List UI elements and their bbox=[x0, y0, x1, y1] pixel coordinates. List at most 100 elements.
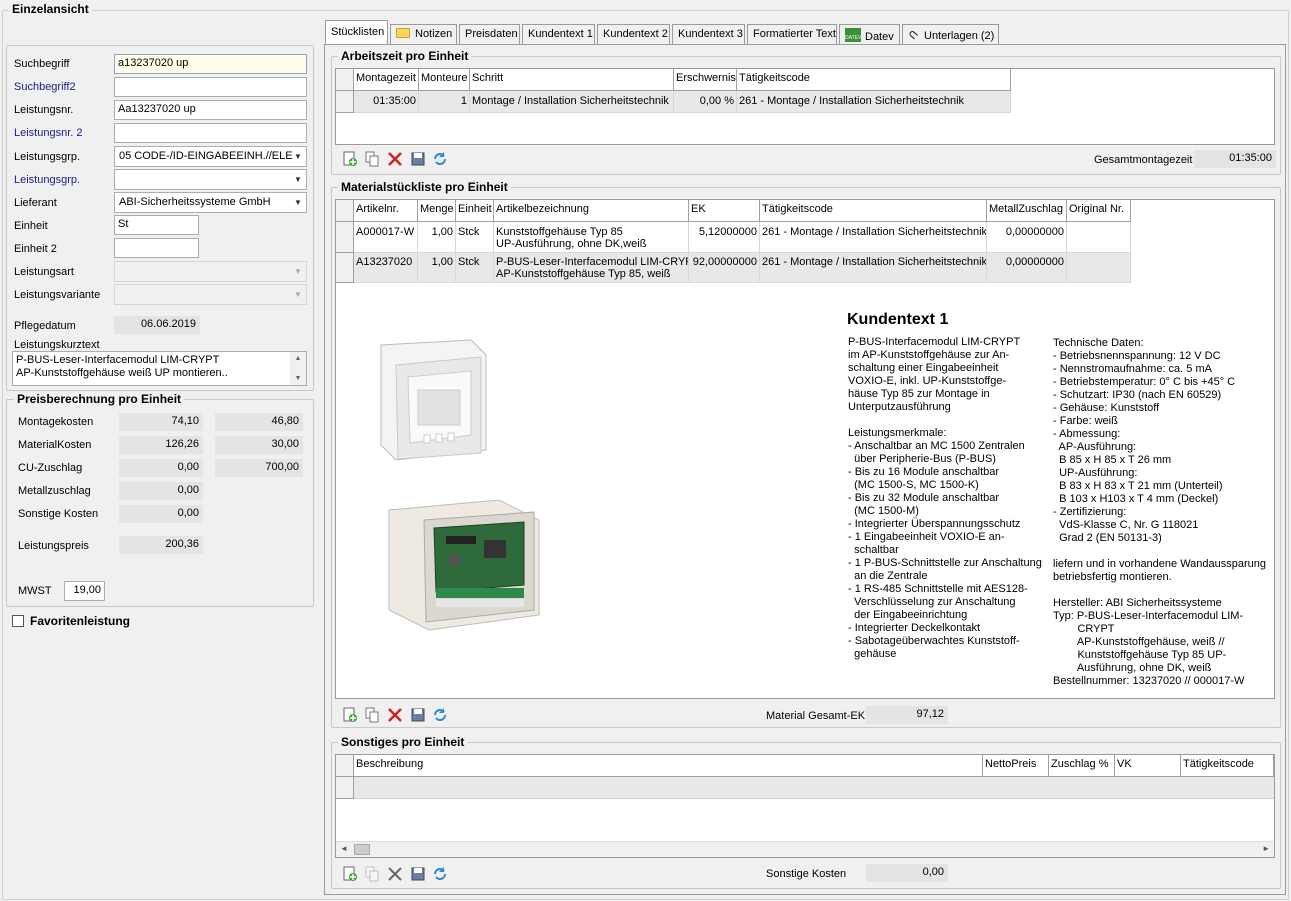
kurztext-scrollbar[interactable]: ▲ ▼ bbox=[290, 352, 306, 385]
save-icon[interactable] bbox=[410, 866, 426, 882]
row-header bbox=[336, 222, 354, 253]
add-row-icon[interactable] bbox=[342, 707, 358, 723]
save-icon[interactable] bbox=[410, 151, 426, 167]
chevron-down-icon: ▼ bbox=[294, 198, 302, 207]
sonstiges-grid[interactable]: Beschreibung NettoPreis Zuschlag % VK Tä… bbox=[335, 754, 1275, 858]
leistungsart-label: Leistungsart bbox=[14, 266, 74, 278]
metall-label: Metallzuschlag bbox=[18, 485, 91, 497]
leistungsvariante-select[interactable]: ▼ bbox=[114, 284, 307, 305]
col-header-taetigkeitscode[interactable]: Tätigkeitscode bbox=[737, 69, 1011, 91]
refresh-icon[interactable] bbox=[432, 151, 448, 167]
suchbegriff2-input[interactable] bbox=[114, 77, 307, 97]
cell-taetigkeitscode: 261 - Montage / Installation Sicherheits… bbox=[737, 91, 1011, 113]
sonstige-kosten-label: Sonstige Kosten bbox=[766, 868, 847, 880]
delete-icon[interactable] bbox=[387, 866, 403, 882]
einheit2-label: Einheit 2 bbox=[14, 243, 57, 255]
table-row[interactable]: 01:35:00 1 Montage / Installation Sicher… bbox=[354, 91, 1011, 113]
cell-einheit: Stck bbox=[456, 253, 494, 283]
save-icon[interactable] bbox=[410, 707, 426, 723]
suchbegriff-input[interactable]: a13237020 up bbox=[114, 54, 307, 74]
tab-kundentext1[interactable]: Kundentext 1 bbox=[522, 24, 595, 44]
preis-title: Preisberechnung pro Einheit bbox=[14, 392, 185, 406]
leistungsnr-input[interactable]: Aa13237020 up bbox=[114, 100, 307, 120]
col-header-montagezeit[interactable]: Montagezeit bbox=[354, 69, 419, 91]
refresh-icon[interactable] bbox=[432, 866, 448, 882]
tab-kundentext3-label: Kundentext 3 bbox=[678, 28, 743, 40]
delete-icon[interactable] bbox=[387, 151, 403, 167]
col-header-artikelbezeichnung[interactable]: Artikelbezeichnung bbox=[494, 200, 689, 222]
einheit2-input[interactable] bbox=[114, 238, 199, 258]
tab-kundentext2[interactable]: Kundentext 2 bbox=[597, 24, 670, 44]
lieferant-select[interactable]: ABI-Sicherheitssysteme GmbH ▼ bbox=[114, 192, 307, 213]
col-header-erschwernis[interactable]: Erschwernis bbox=[674, 69, 737, 91]
kundentext-line: liefern und in vorhandene Wandaussparung bbox=[1053, 558, 1267, 570]
scroll-left-icon: ◄ bbox=[340, 844, 348, 853]
einheit-input[interactable]: St bbox=[114, 215, 199, 235]
leistungsart-select[interactable]: ▼ bbox=[114, 261, 307, 282]
kundentext-line: betriebsfertig montieren. bbox=[1053, 571, 1172, 583]
copy-icon[interactable] bbox=[364, 707, 380, 723]
leistungsgrp2-select[interactable]: ▼ bbox=[114, 169, 307, 190]
table-row[interactable]: A13237020 1,00 Stck P-BUS-Leser-Interfac… bbox=[354, 253, 1131, 283]
bez-line2: UP-Ausführung, ohne DK,weiß bbox=[496, 238, 647, 250]
col-header-taetigkeitscode[interactable]: Tätigkeitscode bbox=[1181, 755, 1274, 777]
col-header-ek[interactable]: EK bbox=[689, 200, 760, 222]
arbeitszeit-title: Arbeitszeit pro Einheit bbox=[338, 49, 472, 63]
col-header-einheit[interactable]: Einheit bbox=[456, 200, 494, 222]
kundentext-line: - Gehäuse: Kunststoff bbox=[1053, 402, 1160, 414]
leistungsgrp-select[interactable]: 05 CODE-/ID-EINGABEEINH.//ELE ▼ bbox=[114, 146, 307, 167]
material-grid[interactable]: Artikelnr. Menge Einheit Artikelbezeichn… bbox=[335, 199, 1275, 699]
favoriten-label: Favoritenleistung bbox=[30, 614, 131, 628]
gesamtmontagezeit-value: 01:35:00 bbox=[1194, 150, 1276, 168]
tab-stuecklisten[interactable]: Stücklisten bbox=[325, 20, 388, 45]
col-header-vk[interactable]: VK bbox=[1115, 755, 1181, 777]
kurztext-textarea[interactable]: P-BUS-Leser-Interfacemodul LIM-CRYPT AP-… bbox=[12, 351, 307, 386]
col-header-zuschlag[interactable]: Zuschlag % bbox=[1049, 755, 1115, 777]
cell-montagezeit: 01:35:00 bbox=[354, 91, 419, 113]
scrollbar-thumb[interactable] bbox=[354, 844, 370, 855]
col-header-nettopreis[interactable]: NettoPreis bbox=[983, 755, 1049, 777]
kundentext-line: gehäuse bbox=[848, 648, 897, 660]
arbeitszeit-grid[interactable]: Montagezeit Monteure Schritt Erschwernis… bbox=[335, 68, 1275, 145]
horizontal-scrollbar[interactable]: ◄ ► bbox=[336, 841, 1274, 857]
col-header-metallzuschlag[interactable]: MetallZuschlag bbox=[987, 200, 1067, 222]
cell-metallzuschlag: 0,00000000 bbox=[987, 222, 1067, 253]
tab-unterlagen[interactable]: ⊂ Unterlagen (2) bbox=[902, 24, 999, 44]
add-row-icon[interactable] bbox=[342, 866, 358, 882]
col-header-menge[interactable]: Menge bbox=[418, 200, 456, 222]
tab-preisdaten-label: Preisdaten bbox=[465, 28, 518, 40]
kundentext-line: AP-Ausführung: bbox=[1053, 441, 1137, 453]
col-header-beschreibung[interactable]: Beschreibung bbox=[354, 755, 983, 777]
delete-icon[interactable] bbox=[387, 707, 403, 723]
kurztext-label: Leistungskurztext bbox=[14, 339, 100, 351]
copy-icon[interactable] bbox=[364, 151, 380, 167]
kundentext-line: - 1 RS-485 Schnittstelle mit AES128- bbox=[848, 583, 1028, 595]
einzelansicht-title: Einzelansicht bbox=[9, 2, 92, 16]
mwst-input[interactable]: 19,00 bbox=[64, 581, 105, 601]
col-header-taetigkeitscode[interactable]: Tätigkeitscode bbox=[760, 200, 987, 222]
col-header-artikelnr[interactable]: Artikelnr. bbox=[354, 200, 418, 222]
tab-notizen[interactable]: Notizen bbox=[390, 24, 457, 44]
scroll-right-icon: ► bbox=[1262, 844, 1270, 853]
tab-formatierter-text[interactable]: Formatierter Text bbox=[747, 24, 837, 44]
bez-line1: P-BUS-Leser-Interfacemodul LIM-CRYPT bbox=[496, 256, 689, 268]
col-header-schritt[interactable]: Schritt bbox=[470, 69, 674, 91]
cell-artikelbezeichnung: P-BUS-Leser-Interfacemodul LIM-CRYPT AP-K… bbox=[494, 253, 689, 283]
table-row[interactable]: A000017-W 1,00 Stck Kunststoffgehäuse Ty… bbox=[354, 222, 1131, 253]
col-header-monteure[interactable]: Monteure bbox=[419, 69, 470, 91]
favoriten-checkbox[interactable] bbox=[12, 615, 24, 627]
add-row-icon[interactable] bbox=[342, 151, 358, 167]
tab-datev[interactable]: DATEV Datev bbox=[839, 24, 900, 44]
refresh-icon[interactable] bbox=[432, 707, 448, 723]
lieferant-value: ABI-Sicherheitssysteme GmbH bbox=[119, 196, 271, 208]
kundentext-line: UP-Ausführung: bbox=[1053, 467, 1138, 479]
col-header-originalnr[interactable]: Original Nr. bbox=[1067, 200, 1131, 222]
copy-icon[interactable] bbox=[364, 866, 380, 882]
tab-kundentext3[interactable]: Kundentext 3 bbox=[672, 24, 745, 44]
chevron-down-icon: ▼ bbox=[294, 290, 302, 299]
tab-preisdaten[interactable]: Preisdaten bbox=[459, 24, 520, 44]
new-row[interactable] bbox=[354, 777, 1274, 799]
kundentext-line: B 83 x H 83 x T 21 mm (Unterteil) bbox=[1053, 480, 1223, 492]
kundentext-line: über Peripherie-Bus (P-BUS) bbox=[848, 453, 996, 465]
leistungsnr2-input[interactable] bbox=[114, 123, 307, 143]
